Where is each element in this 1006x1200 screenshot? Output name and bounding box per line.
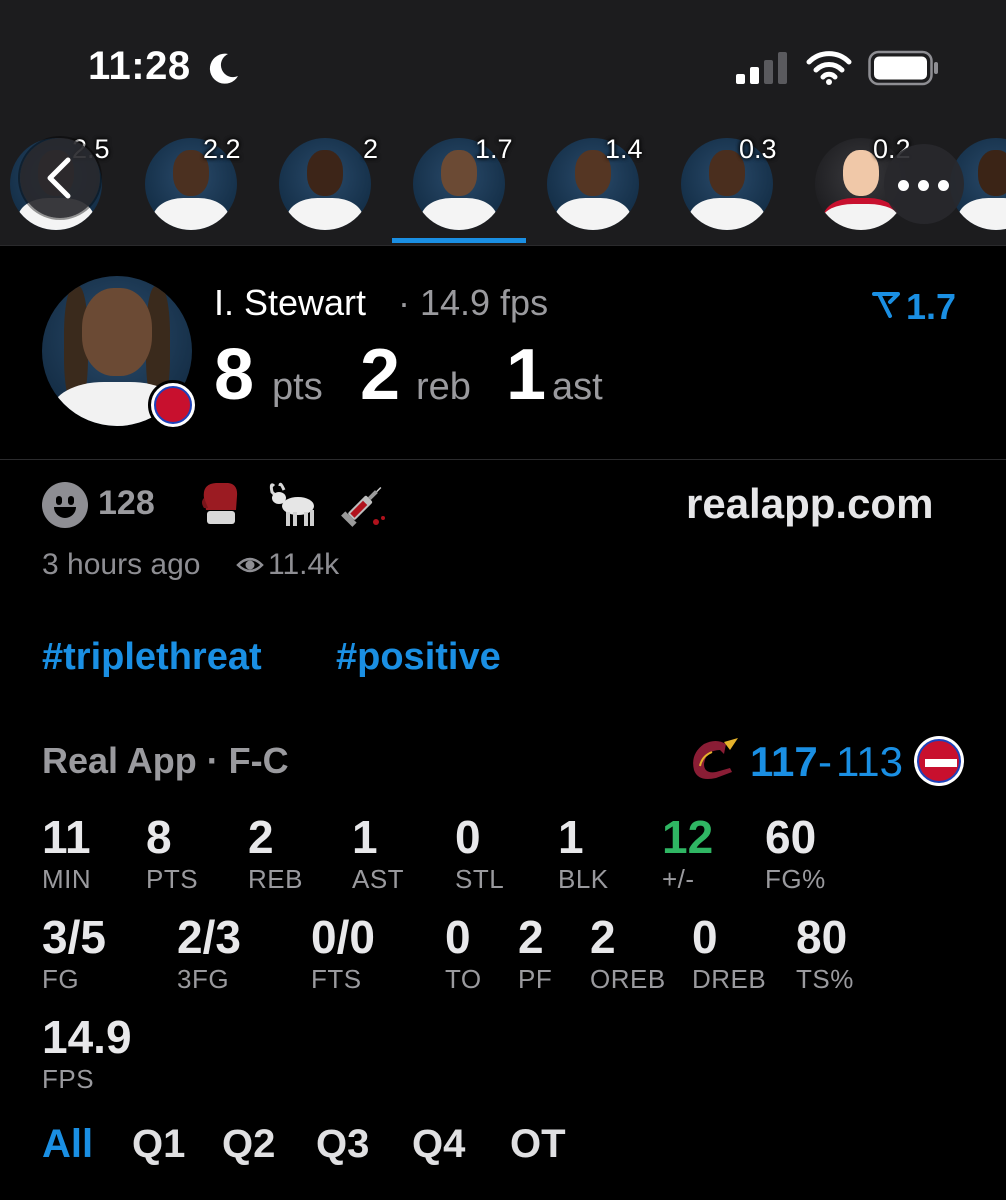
stat-fts-value: 0/0 bbox=[311, 911, 375, 963]
moon-icon bbox=[209, 53, 238, 84]
tab-all[interactable]: All bbox=[42, 1122, 93, 1167]
stat-oreb-label: OREB bbox=[590, 964, 666, 994]
strip-player-value: 2 bbox=[363, 134, 379, 164]
stat-dreb-value: 0 bbox=[692, 911, 718, 963]
strip-player-value: 2.2 bbox=[203, 134, 241, 164]
tab-q3[interactable]: Q3 bbox=[316, 1122, 369, 1167]
away-score: 113 bbox=[836, 738, 903, 785]
more-dots-icon bbox=[898, 180, 909, 191]
home-score: 117 bbox=[750, 738, 818, 785]
hashtag-positive[interactable]: #positive bbox=[336, 636, 501, 679]
stat-plus-minus-value: 12 bbox=[662, 811, 714, 863]
stat-ts-pct-label: TS% bbox=[796, 964, 854, 994]
tab-q1[interactable]: Q1 bbox=[132, 1122, 185, 1167]
chevron-left-icon bbox=[47, 157, 71, 199]
stat-fg-value: 3/5 bbox=[42, 911, 106, 963]
selected-indicator bbox=[392, 238, 526, 243]
stat-fts-label: FTS bbox=[311, 964, 362, 994]
battery-icon bbox=[868, 50, 938, 86]
points-value: 8 bbox=[214, 335, 255, 415]
player-avatar bbox=[279, 138, 371, 230]
strip-player-value: 1.7 bbox=[475, 134, 513, 164]
stat-fg-label: FG bbox=[42, 964, 80, 994]
stat-reb-value: 2 bbox=[248, 811, 274, 863]
stat-to-label: TO bbox=[445, 964, 482, 994]
points-unit: pts bbox=[272, 366, 323, 408]
strip-player-6[interactable]: 0.3 bbox=[681, 134, 777, 232]
stat-oreb-value: 2 bbox=[590, 911, 616, 963]
status-bar: 11:28 bbox=[0, 0, 1006, 122]
goat-icon[interactable] bbox=[266, 480, 318, 528]
stat-pts-label: PTS bbox=[146, 864, 199, 894]
stat-blk-label: BLK bbox=[558, 864, 609, 894]
stat-fps-label: FPS bbox=[42, 1064, 95, 1094]
views-eye-icon bbox=[236, 557, 264, 573]
source-site-link[interactable]: realapp.com bbox=[686, 480, 933, 528]
stat-stl-label: STL bbox=[455, 864, 505, 894]
player-name[interactable]: I. Stewart bbox=[214, 282, 366, 324]
boxing-glove-icon[interactable] bbox=[198, 480, 240, 526]
stat-3fg-label: 3FG bbox=[177, 964, 230, 994]
signal-icon bbox=[736, 52, 787, 84]
assists-unit: ast bbox=[552, 366, 603, 408]
stat-reb-label: REB bbox=[248, 864, 303, 894]
pistons-badge-icon bbox=[148, 380, 198, 430]
strip-player-2[interactable]: 2.2 bbox=[145, 134, 241, 232]
stat-min-label: MIN bbox=[42, 864, 92, 894]
cavaliers-logo-icon[interactable] bbox=[686, 736, 740, 784]
wifi-icon bbox=[806, 51, 852, 85]
stat-source: Real App · F-C bbox=[42, 740, 289, 781]
stat-ts-pct-value: 80 bbox=[796, 911, 848, 963]
status-time: 11:28 bbox=[88, 44, 191, 88]
tab-q4[interactable]: Q4 bbox=[412, 1122, 465, 1167]
tab-ot[interactable]: OT bbox=[510, 1122, 566, 1167]
stat-plus-minus-label: +/- bbox=[662, 864, 695, 894]
strip-player-5[interactable]: 1.4 bbox=[547, 134, 643, 232]
trend-number: 1.7 bbox=[906, 286, 957, 327]
smile-reaction-icon[interactable] bbox=[42, 482, 88, 528]
back-button[interactable] bbox=[20, 138, 100, 218]
stat-stl-value: 0 bbox=[455, 811, 481, 863]
stat-ast-value: 1 bbox=[352, 811, 378, 863]
stat-blk-value: 1 bbox=[558, 811, 584, 863]
more-button[interactable] bbox=[884, 144, 964, 224]
post-time-ago: 3 hours ago bbox=[42, 548, 201, 581]
stat-pf-label: PF bbox=[518, 964, 553, 994]
stat-min-value: 11 bbox=[42, 811, 91, 863]
stat-dreb-label: DREB bbox=[692, 964, 767, 994]
player-card bbox=[0, 246, 1006, 460]
strip-player-3[interactable]: 2 bbox=[279, 134, 378, 232]
pistons-logo-icon[interactable] bbox=[914, 736, 964, 786]
trend-value: 1.7 bbox=[872, 286, 962, 327]
player-fps: · 14.9 fps bbox=[398, 282, 549, 323]
tab-q2[interactable]: Q2 bbox=[222, 1122, 275, 1167]
stat-ast-label: AST bbox=[352, 864, 405, 894]
score-separator: - bbox=[818, 738, 832, 785]
strip-player-value: 1.4 bbox=[605, 134, 643, 164]
rebounds-unit: reb bbox=[416, 366, 471, 408]
assists-value: 1 bbox=[506, 335, 547, 415]
stat-to-value: 0 bbox=[445, 911, 471, 963]
view-count: 11.4k bbox=[268, 548, 340, 581]
reaction-count: 128 bbox=[98, 484, 155, 522]
stat-fg-pct-value: 60 bbox=[765, 811, 817, 863]
player-strip[interactable]: 2.5 2.2 2 1.7 1.4 0.3 0.2 bbox=[0, 122, 1006, 246]
strip-player-4-selected[interactable]: 1.7 bbox=[413, 134, 513, 232]
trend-down-icon bbox=[872, 292, 900, 318]
rebounds-value: 2 bbox=[360, 335, 401, 415]
hashtag-triplethreat[interactable]: #triplethreat bbox=[42, 636, 262, 679]
stat-pts-value: 8 bbox=[146, 811, 172, 863]
stat-pf-value: 2 bbox=[518, 911, 544, 963]
stat-fps-value: 14.9 bbox=[42, 1011, 132, 1063]
strip-player-value: 0.3 bbox=[739, 134, 777, 164]
stat-3fg-value: 2/3 bbox=[177, 911, 241, 963]
syringe-icon[interactable] bbox=[338, 482, 388, 528]
stat-fg-pct-label: FG% bbox=[765, 864, 826, 894]
